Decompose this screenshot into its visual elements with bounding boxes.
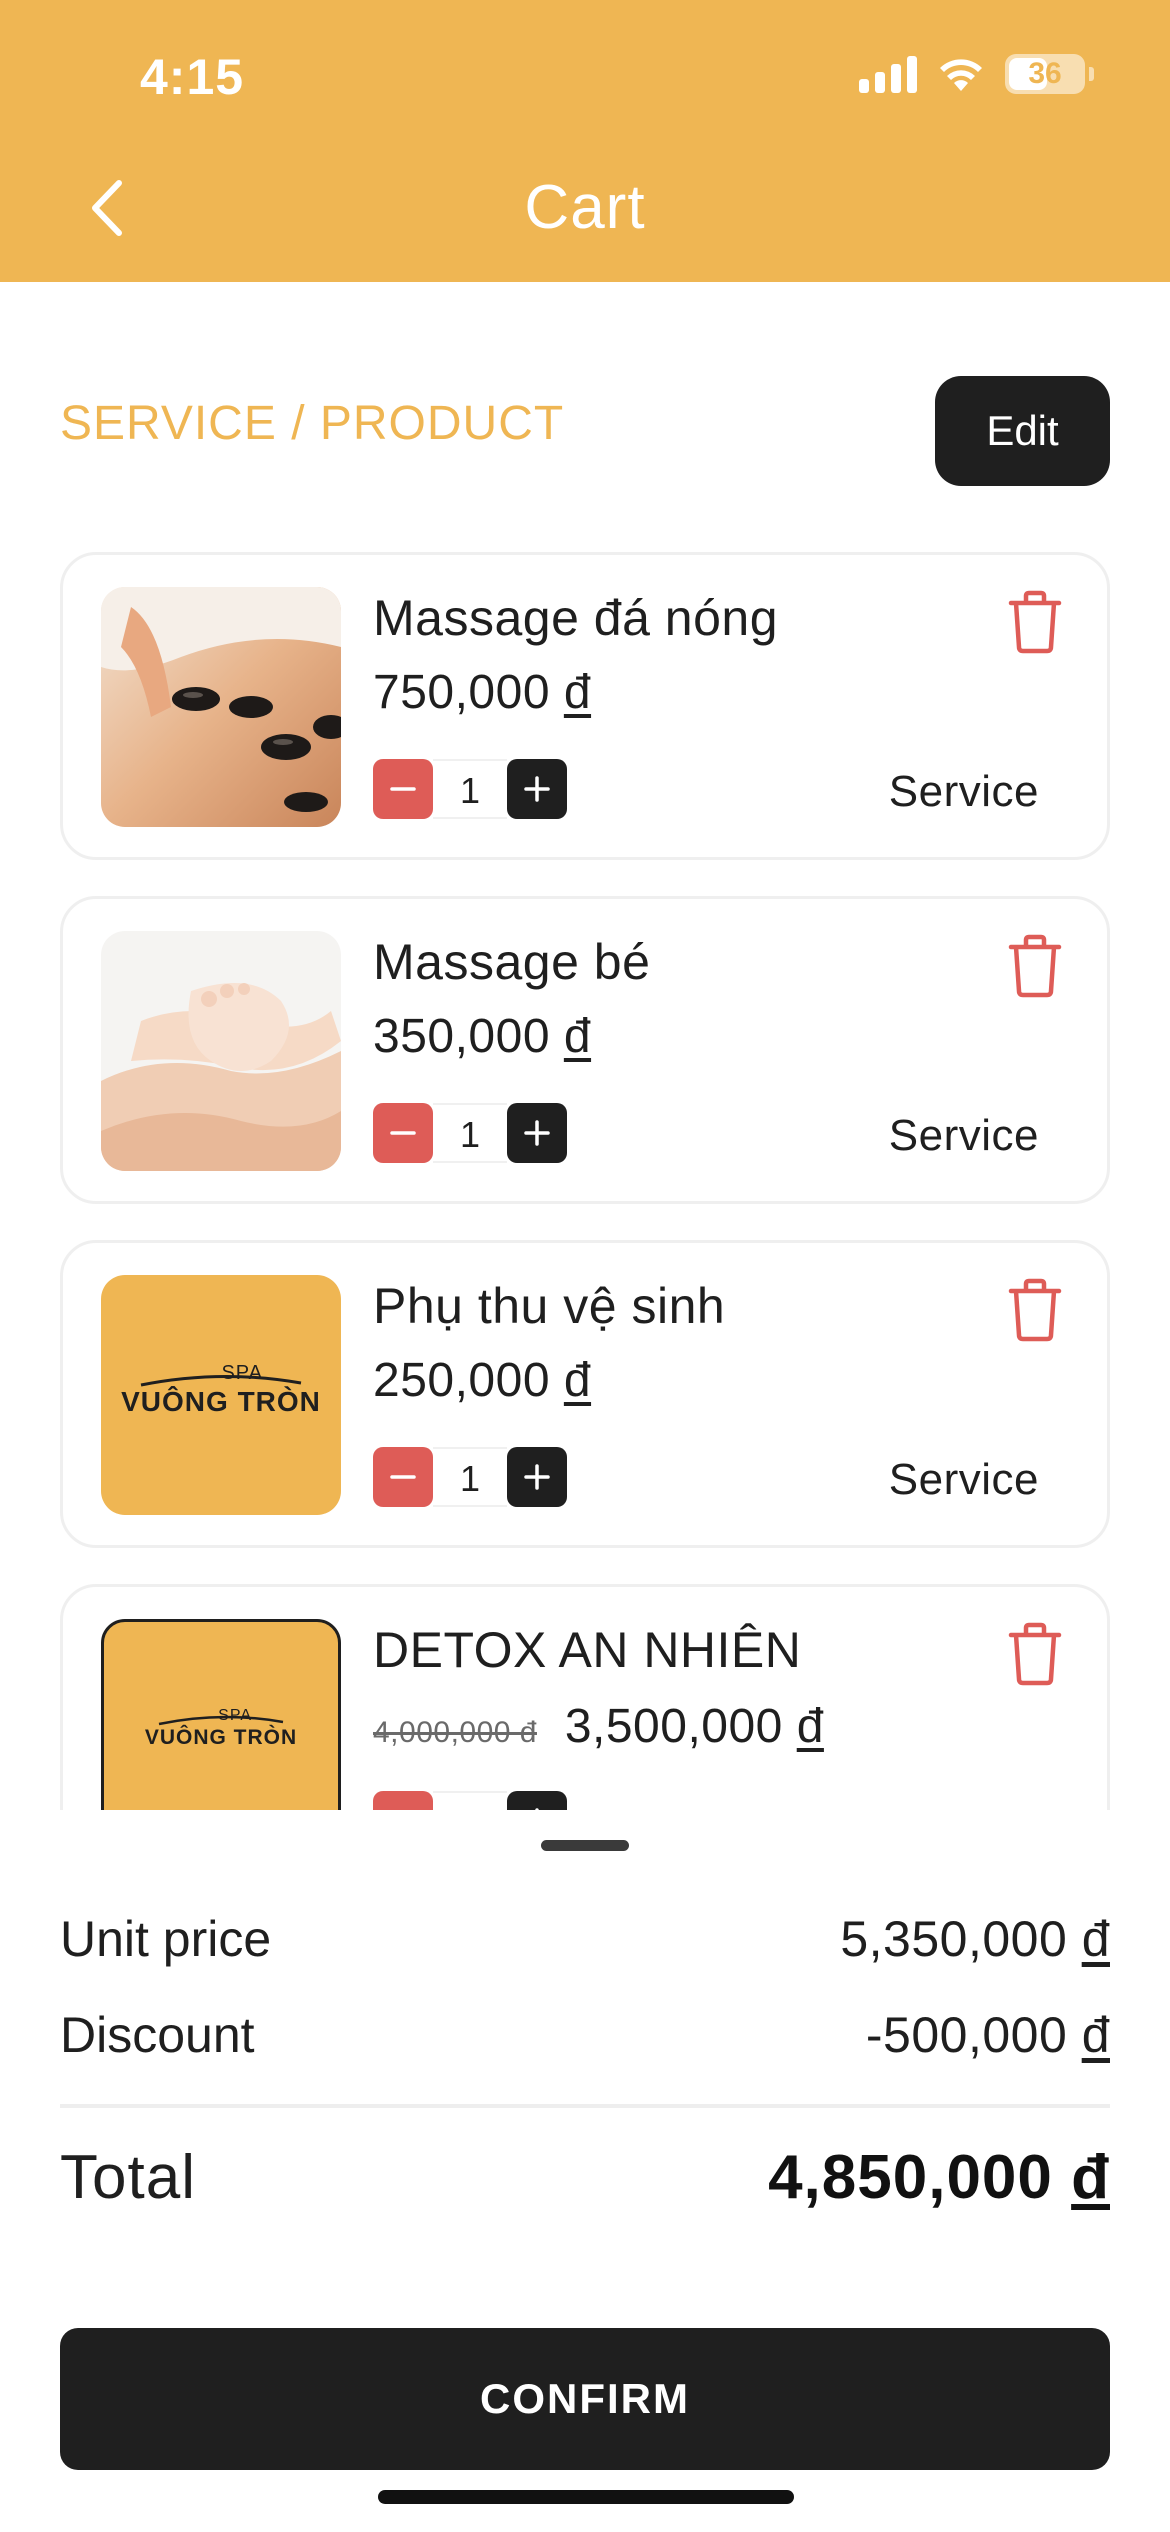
item-thumbnail-baby-massage [101, 931, 341, 1171]
summary-divider [60, 2104, 1110, 2108]
quantity-value: 1 [433, 1103, 507, 1163]
minus-icon [388, 1806, 418, 1810]
quantity-stepper: 1 [373, 1447, 567, 1507]
currency-symbol: đ [563, 666, 592, 719]
item-type: Service [888, 1111, 1039, 1160]
decrease-button[interactable] [373, 1103, 433, 1163]
minus-icon [390, 1131, 416, 1135]
decrease-button[interactable] [373, 1791, 433, 1810]
item-price: 750,000 đ [373, 665, 591, 720]
trash-icon [1008, 934, 1062, 998]
battery-icon: 36 [1005, 54, 1085, 94]
item-thumbnail-logo: SPA VUÔNG TRÒN [101, 1619, 341, 1810]
battery-level: 36 [1028, 57, 1062, 90]
item-name: Massage bé [373, 934, 651, 990]
plus-icon [535, 1808, 539, 1810]
page-title: Cart [524, 173, 646, 242]
total-label: Total [60, 2143, 196, 2212]
unit-price-value: 5,350,000 [840, 1911, 1068, 1967]
currency-symbol: đ [1081, 2007, 1110, 2063]
quantity-value: 1 [433, 759, 507, 819]
item-type: Service [888, 1455, 1039, 1504]
delete-button[interactable] [1005, 1621, 1065, 1687]
decrease-button[interactable] [373, 1447, 433, 1507]
original-price: 4,000,000 đ [373, 1716, 537, 1749]
increase-button[interactable] [507, 759, 567, 819]
quantity-value: 1 [433, 1447, 507, 1507]
discount-value: -500,000 [865, 2007, 1068, 2063]
price-value: 3,500,000 [564, 1700, 783, 1753]
status-time: 4:15 [140, 49, 245, 105]
item-price: 4,000,000 đ 3,500,000 đ [373, 1699, 824, 1754]
minus-icon [390, 1475, 416, 1479]
logo-text: VUÔNG TRÒN [121, 1386, 321, 1417]
item-type: Service [888, 767, 1039, 816]
cart-item: SPA VUÔNG TRÒN DETOX AN NHIÊN 4,000,000 … [60, 1584, 1110, 1810]
discount-value-wrap: -500,000 đ [866, 2006, 1110, 2064]
cellular-signal-icon [859, 55, 917, 93]
plus-icon [524, 1120, 550, 1146]
increase-button[interactable] [507, 1103, 567, 1163]
item-name: Massage đá nóng [373, 590, 779, 646]
unit-price-value-wrap: 5,350,000 đ [840, 1910, 1110, 1968]
quantity-stepper: 1 [373, 1791, 567, 1810]
total-value-wrap: 4,850,000 đ [768, 2142, 1110, 2213]
unit-price-label: Unit price [60, 1911, 272, 1967]
quantity-stepper: 1 [373, 759, 567, 819]
item-name: Phụ thu vệ sinh [373, 1278, 726, 1334]
trash-icon [1008, 590, 1062, 654]
decrease-button[interactable] [373, 759, 433, 819]
trash-icon [1008, 1622, 1062, 1686]
total-row: Total 4,850,000 đ [60, 2142, 1110, 2213]
cart-item: Massage đá nóng 750,000 đ 1 Service [60, 552, 1110, 860]
item-price: 250,000 đ [373, 1353, 591, 1408]
battery-cap [1089, 67, 1094, 81]
currency-symbol: đ [1081, 1911, 1110, 1967]
delete-button[interactable] [1005, 933, 1065, 999]
cart-list[interactable]: Massage đá nóng 750,000 đ 1 Service Mass… [60, 552, 1110, 1810]
plus-icon [524, 1464, 550, 1490]
cart-item: SPA VUÔNG TRÒN Phụ thu vệ sinh 250,000 đ… [60, 1240, 1110, 1548]
status-icons: 36 [859, 54, 1094, 94]
price-value: 250,000 [373, 1354, 551, 1407]
section-title: SERVICE / PRODUCT [60, 397, 565, 450]
item-thumbnail-logo: SPA VUÔNG TRÒN [101, 1275, 341, 1515]
total-value: 4,850,000 [768, 2143, 1053, 2212]
increase-button[interactable] [507, 1447, 567, 1507]
logo-text: VUÔNG TRÒN [144, 1726, 298, 1749]
discount-row: Discount -500,000 đ [60, 2006, 1110, 2064]
home-indicator [378, 2490, 794, 2504]
delete-button[interactable] [1005, 1277, 1065, 1343]
currency-symbol: đ [563, 1354, 592, 1407]
unit-price-row: Unit price 5,350,000 đ [60, 1910, 1110, 1968]
edit-button[interactable]: Edit [935, 376, 1110, 486]
wifi-icon [940, 59, 982, 91]
currency-symbol: đ [1071, 2143, 1110, 2212]
price-value: 750,000 [373, 666, 551, 719]
delete-button[interactable] [1005, 589, 1065, 655]
quantity-value: 1 [433, 1791, 507, 1810]
top-header: 4:15 36 Cart [0, 0, 1170, 282]
spa-logo: SPA VUÔNG TRÒN [104, 1708, 338, 1750]
item-thumbnail-hot-stone [101, 587, 341, 827]
currency-symbol: đ [796, 1700, 824, 1753]
minus-icon [390, 787, 416, 791]
price-value: 350,000 [373, 1010, 551, 1063]
trash-icon [1008, 1278, 1062, 1342]
discount-label: Discount [60, 2007, 255, 2063]
item-name: DETOX AN NHIÊN [373, 1622, 802, 1678]
spa-logo: SPA VUÔNG TRÒN [101, 1363, 341, 1418]
sheet-grab-handle[interactable] [541, 1840, 629, 1851]
plus-icon [524, 776, 550, 802]
increase-button[interactable] [507, 1791, 567, 1810]
quantity-stepper: 1 [373, 1103, 567, 1163]
confirm-button[interactable]: CONFIRM [60, 2328, 1110, 2470]
currency-symbol: đ [563, 1010, 592, 1063]
cart-item: Massage bé 350,000 đ 1 Service [60, 896, 1110, 1204]
item-price: 350,000 đ [373, 1009, 591, 1064]
